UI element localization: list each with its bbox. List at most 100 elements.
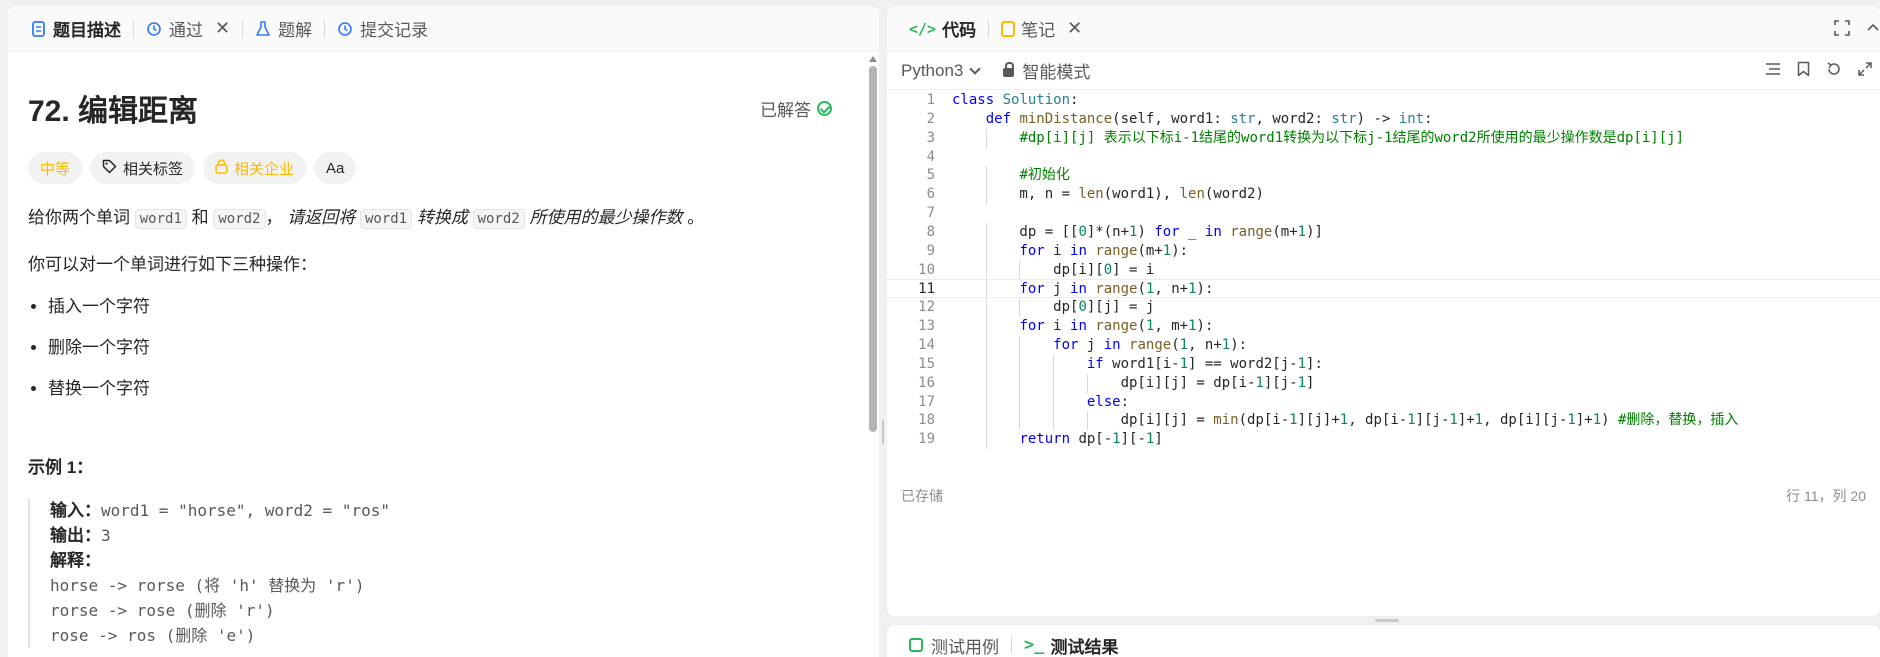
tab-divider	[133, 19, 134, 38]
explain-line: rose -> ros (删除 'e')	[50, 626, 256, 645]
problem-panel: 题目描述 通过 ✕ 题解 提交记录 72. 编辑距离 已解答 中等 相关标签 相…	[8, 6, 879, 657]
indent-guide	[985, 335, 987, 355]
tab-notes[interactable]: 笔记 ✕	[995, 16, 1088, 41]
expand-icon[interactable]	[1858, 61, 1872, 82]
saved-status: 已存储	[901, 488, 943, 504]
example-explain: 解释：	[50, 548, 848, 573]
title-row: 72. 编辑距离 已解答	[28, 86, 848, 130]
indent-guide	[985, 298, 987, 318]
bookmark-icon[interactable]	[1797, 61, 1810, 82]
inline-code: word2	[472, 209, 525, 229]
panel-resize-handle[interactable]	[1375, 619, 1399, 622]
indent-guide	[1053, 373, 1055, 393]
translate-icon[interactable]: Aa	[314, 152, 357, 184]
related-companies-button[interactable]: 相关企业	[203, 152, 307, 184]
indent-guide	[985, 317, 987, 336]
tag-icon	[102, 159, 117, 178]
tab-description-label: 题目描述	[53, 21, 121, 40]
line-number: 9	[926, 242, 935, 259]
code-text: class Solution:	[952, 92, 1079, 108]
line-number: 10	[918, 261, 935, 278]
tab-testcases-label: 测试用例	[931, 637, 999, 657]
line-number: 3	[926, 129, 935, 146]
indent-guide	[1019, 411, 1021, 431]
desc-emphasis: 转换成	[412, 208, 473, 227]
indent-guide	[1019, 298, 1021, 318]
language-select[interactable]: Python3	[901, 61, 982, 81]
indent-guide	[1019, 392, 1021, 412]
explain-line: rorse -> rose (删除 'r')	[50, 601, 275, 620]
indent-guide	[985, 411, 987, 431]
tab-submissions[interactable]: 提交记录	[331, 6, 434, 52]
tab-accepted[interactable]: 通过 ✕	[140, 6, 236, 52]
code-line: 16 dp[i][j] = dp[i-1][j-1]	[887, 373, 1880, 393]
input-label: 输入：	[50, 501, 101, 520]
indent-guide	[985, 354, 987, 374]
code-panel: </> 代码 笔记 ✕ Python3 智能模式 1 class Solutio…	[887, 6, 1880, 616]
format-icon[interactable]	[1765, 61, 1781, 82]
line-number: 11	[918, 281, 935, 298]
code-editor[interactable]: 1 class Solution: 2 def minDistance(self,…	[887, 91, 1880, 491]
code-text: for j in range(1, n+1):	[1019, 281, 1214, 298]
scrollbar-thumb[interactable]	[869, 66, 877, 432]
line-number: 8	[926, 223, 935, 240]
problem-title[interactable]: 72. 编辑距离	[28, 86, 198, 130]
lock-icon	[215, 158, 228, 178]
line-number: 5	[926, 167, 935, 184]
current-code-line: 11 for j in range(1, n+1):	[887, 279, 1880, 299]
code-text: m, n = len(word1), len(word2)	[952, 186, 1264, 203]
chevron-up-icon[interactable]	[1866, 20, 1880, 41]
smart-mode-button[interactable]: 智能模式	[1003, 58, 1090, 83]
code-text: for i in range(1, m+1):	[1019, 318, 1214, 335]
panel-resize-handle[interactable]	[882, 420, 884, 444]
difficulty-badge: 中等	[28, 152, 83, 184]
desc-text: 。	[682, 208, 705, 227]
code-line: 19 return dp[-1][-1]	[887, 430, 1880, 450]
example-input: 输入：word1 = "horse", word2 = "ros"	[50, 498, 848, 523]
editor-actions	[1765, 61, 1872, 82]
code-line: 4	[887, 148, 1880, 167]
close-icon[interactable]: ✕	[215, 18, 230, 39]
inline-code: word1	[134, 209, 187, 229]
tab-notes-label: 笔记	[1021, 21, 1056, 40]
tab-solutions[interactable]: 题解	[249, 6, 318, 52]
code-text: else:	[1086, 393, 1130, 410]
line-number: 15	[918, 355, 935, 372]
solved-status: 已解答	[760, 96, 832, 121]
vertical-scrollbar[interactable]	[869, 56, 877, 657]
tab-testcases[interactable]: 测试用例	[903, 633, 1005, 657]
tab-code-label: 代码	[942, 21, 977, 40]
example-block: 输入：word1 = "horse", word2 = "ros" 输出：3 解…	[28, 498, 848, 648]
fullscreen-icon[interactable]	[1834, 20, 1850, 41]
editor-toolbar: Python3 智能模式	[887, 52, 1880, 90]
code-text: def minDistance(self, word1: str, word2:…	[985, 110, 1433, 127]
history-icon	[337, 20, 353, 38]
related-tags-label: 相关标签	[123, 160, 184, 178]
line-number: 19	[918, 431, 935, 448]
operations-list: 插入一个字符 删除一个字符 替换一个字符	[28, 293, 848, 403]
smart-mode-label: 智能模式	[1022, 63, 1091, 82]
cursor-position: 行 11，列 20	[1786, 488, 1866, 504]
tab-test-results[interactable]: >_ 测试结果	[1018, 633, 1124, 657]
indent-guide	[1053, 392, 1055, 412]
input-value: word1 = "horse", word2 = "ros"	[101, 501, 390, 520]
test-panel: 测试用例 >_ 测试结果	[887, 625, 1880, 657]
line-number: 2	[926, 110, 935, 127]
problem-tabbar: 题目描述 通过 ✕ 题解 提交记录	[8, 6, 879, 52]
tab-code[interactable]: </> 代码	[903, 16, 982, 41]
flask-icon	[255, 20, 271, 38]
list-item: 替换一个字符	[48, 375, 848, 403]
scroll-up-arrow[interactable]	[869, 56, 877, 62]
tab-divider	[324, 19, 326, 38]
tab-divider	[1011, 636, 1012, 654]
output-label: 输出：	[50, 526, 101, 545]
related-tags-button[interactable]: 相关标签	[90, 152, 196, 184]
tag-row: 中等 相关标签 相关企业 Aa	[28, 152, 848, 184]
tab-description[interactable]: 题目描述	[24, 6, 127, 52]
output-value: 3	[101, 526, 111, 545]
reset-icon[interactable]	[1826, 61, 1842, 82]
close-icon[interactable]: ✕	[1067, 18, 1082, 39]
indent-guide	[985, 430, 987, 450]
code-text: dp = [[0]*(n+1) for _ in range(m+1)]	[952, 223, 1323, 240]
indent-guide	[1053, 411, 1055, 431]
